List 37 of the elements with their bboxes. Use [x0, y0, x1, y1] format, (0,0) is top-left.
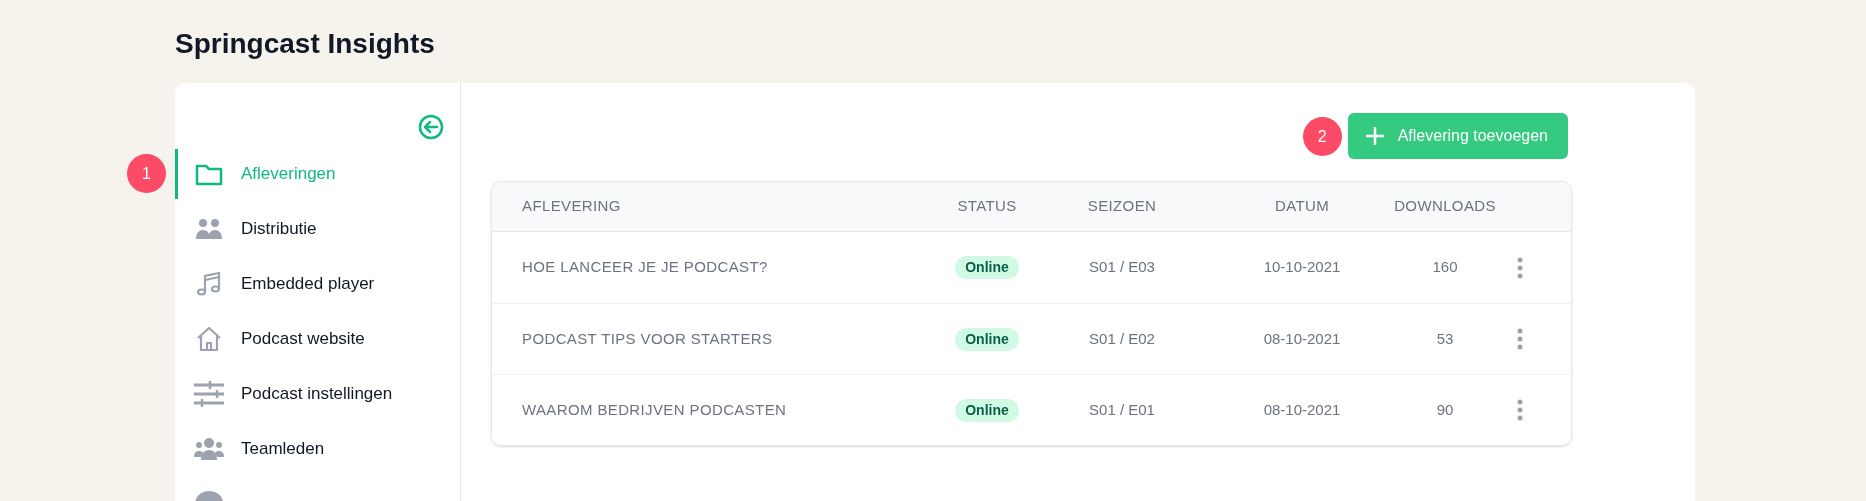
sidebar-item[interactable]: Podcast instellingen — [175, 368, 460, 419]
status-tag: Online — [955, 398, 1019, 422]
sidebar-item[interactable]: Podcast website — [175, 313, 460, 364]
table-cell-text: S01 / E03 — [1088, 257, 1156, 278]
table-cell-text: 90 — [1435, 399, 1455, 420]
table-cell-text: S01 / E01 — [1088, 399, 1156, 420]
table-cell-text: 10-10-2021 — [1262, 257, 1342, 278]
more-options-icon[interactable] — [1517, 399, 1523, 421]
page-title: Springcast Insights — [175, 27, 436, 61]
more-options-icon[interactable] — [1517, 328, 1523, 350]
step-badge: 2 — [1302, 117, 1342, 156]
column-header: DOWNLOADS — [1393, 196, 1497, 217]
sliders-icon — [194, 380, 224, 407]
plus-icon — [1365, 127, 1384, 145]
column-header: AFLEVERING — [522, 196, 622, 217]
sidebar-item[interactable]: Distributie — [175, 203, 460, 254]
column-header: STATUS — [956, 196, 1018, 217]
sidebar-item[interactable]: Embedded player — [175, 258, 460, 309]
table-cell-text: HOE LANCEER JE JE PODCAST? — [522, 257, 769, 278]
team-icon — [194, 436, 224, 461]
table-cell-text: 53 — [1435, 328, 1455, 349]
column-header: SEIZOEN — [1086, 196, 1158, 217]
table-cell-text: 160 — [1431, 257, 1459, 278]
table-cell-text: WAAROM BEDRIJVEN PODCASTEN — [522, 399, 788, 420]
house-icon — [195, 324, 223, 353]
more-options-icon[interactable] — [1517, 256, 1523, 279]
table-cell-text: S01 / E02 — [1088, 328, 1156, 349]
table-cell-text: PODCAST TIPS VOOR STARTERS — [522, 328, 774, 349]
table-cell-text: 08-10-2021 — [1262, 399, 1342, 420]
table-cell-text: 08-10-2021 — [1262, 328, 1342, 349]
sidebar-item[interactable]: Teamleden — [175, 423, 460, 474]
column-header: DATUM — [1273, 196, 1331, 217]
status-tag: Online — [955, 256, 1019, 279]
step-badge: 1 — [127, 154, 166, 193]
people-icon — [195, 216, 223, 241]
music-note-icon — [195, 269, 223, 298]
status-tag: Online — [955, 327, 1019, 351]
